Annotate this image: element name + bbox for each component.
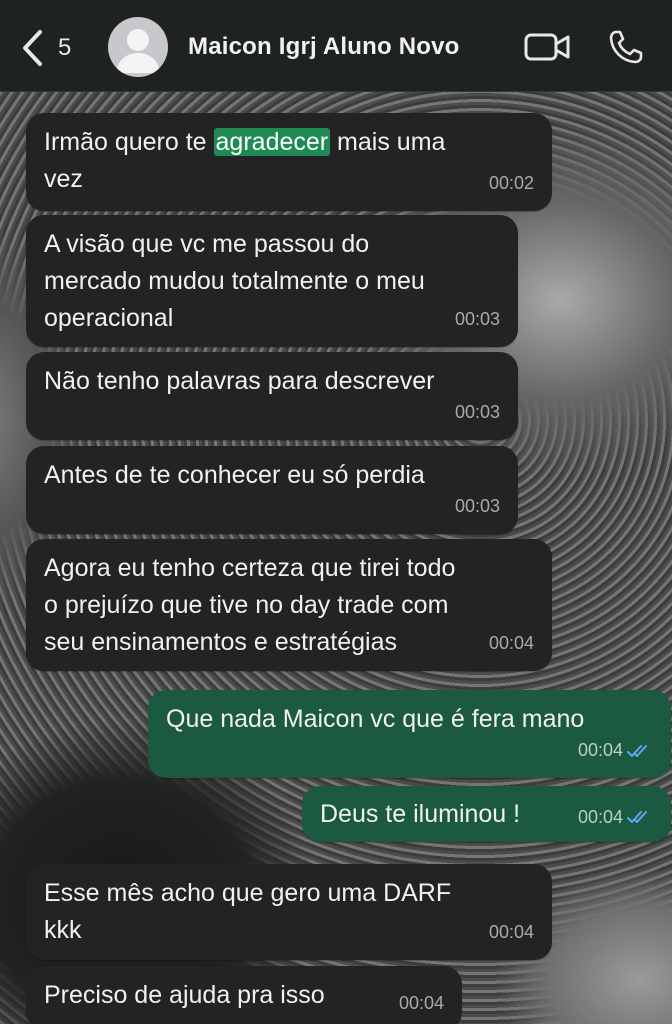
avatar[interactable] — [108, 17, 168, 77]
search-highlight: agradecer — [213, 128, 331, 156]
message-bubble-outgoing[interactable]: Deus te iluminou ! 00:04 — [302, 786, 671, 842]
unread-count[interactable]: 5 — [58, 34, 71, 62]
message-time: 00:04 — [578, 800, 653, 834]
message-text: Agora eu tenho certeza que tirei todo o … — [44, 554, 456, 656]
chat-header: 5 Maicon Igrj Aluno Novo — [0, 0, 672, 92]
contact-name[interactable]: Maicon Igrj Aluno Novo — [188, 33, 460, 61]
message-text: Esse mês acho que gero uma DARF kkk — [44, 879, 452, 944]
message-time: 00:03 — [454, 402, 500, 422]
message-time: 00:03 — [454, 496, 500, 516]
read-receipt-icon — [627, 811, 647, 823]
message-bubble-incoming[interactable]: Agora eu tenho certeza que tirei todo o … — [26, 539, 552, 671]
message-time: 00:04 — [398, 993, 444, 1013]
message-time: 00:03 — [454, 309, 500, 329]
message-bubble-outgoing[interactable]: Que nada Maicon vc que é fera mano 00:04 — [148, 690, 671, 778]
message-bubble-incoming[interactable]: A visão que vc me passou do mercado mudo… — [26, 215, 518, 347]
message-text: Antes de te conhecer eu só perdia — [44, 461, 425, 489]
message-text: Não tenho palavras para descrever — [44, 367, 435, 395]
message-text: A visão que vc me passou do mercado mudo… — [44, 230, 425, 332]
message-bubble-incoming[interactable]: Antes de te conhecer eu só perdia 00:03 — [26, 446, 518, 534]
phone-icon[interactable] — [608, 29, 644, 65]
message-bubble-incoming[interactable]: Preciso de ajuda pra isso 00:04 — [26, 966, 462, 1024]
message-time: 00:02 — [488, 173, 534, 193]
message-time: 00:04 — [488, 633, 534, 653]
message-bubble-incoming[interactable]: Esse mês acho que gero uma DARF kkk 00:0… — [26, 864, 552, 960]
message-bubble-incoming[interactable]: Irmão quero te agradecer mais uma vez 00… — [26, 113, 552, 211]
video-call-icon[interactable] — [524, 32, 570, 62]
message-text: Irmão quero te agradecer mais uma vez — [44, 128, 446, 193]
read-receipt-icon — [627, 744, 647, 757]
chevron-left-icon[interactable] — [20, 28, 46, 68]
message-text: Preciso de ajuda pra isso — [44, 981, 325, 1009]
message-bubble-incoming[interactable]: Não tenho palavras para descrever 00:03 — [26, 352, 518, 440]
message-time: 00:04 — [578, 732, 653, 769]
person-icon — [116, 29, 160, 73]
message-time: 00:04 — [488, 922, 534, 942]
